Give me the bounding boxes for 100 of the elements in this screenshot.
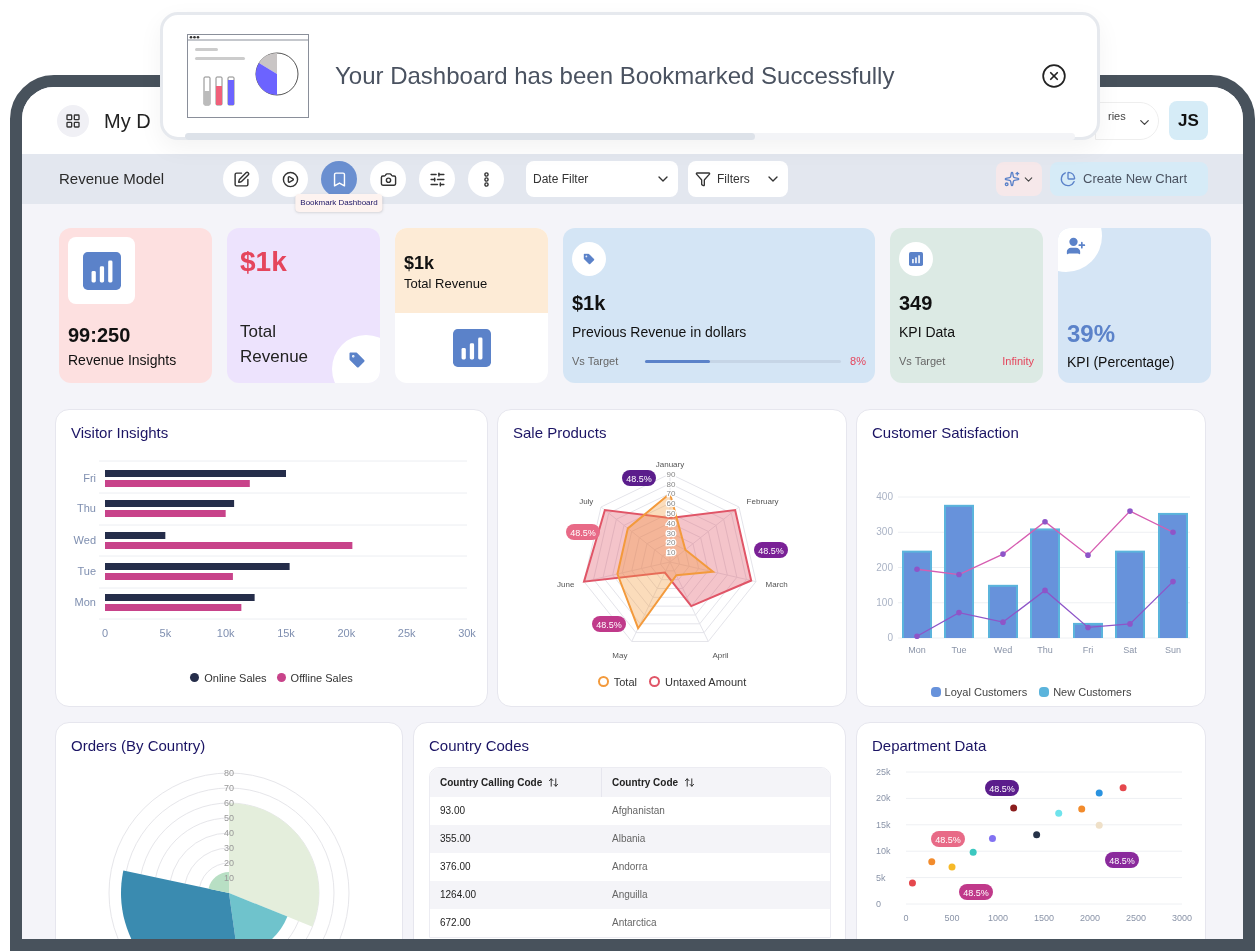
kpi-label: Total Revenue [404, 275, 489, 293]
percentage-badge: 48.5% [959, 883, 993, 900]
kpi-value: $1k [240, 245, 288, 279]
table-cell-text: Anguilla [611, 888, 649, 902]
axis-label: 20k [337, 626, 356, 639]
filters-dropdown[interactable]: Filters [688, 161, 788, 197]
table-cell-text: Afghanistan [611, 804, 666, 818]
axis-tick: 90 [666, 469, 676, 479]
axis-tick: 20 [224, 857, 234, 868]
axis-label: 5k [876, 872, 886, 883]
axis-label: 15k [277, 626, 295, 639]
column-header: Country Code [612, 775, 679, 790]
axis-label: 0 [887, 631, 893, 643]
axis-label: 0 [101, 626, 109, 639]
axis-tick: 60 [224, 797, 234, 808]
axis-label: Sun [1165, 644, 1181, 655]
kpi-label: Previous Revenue in dollars [572, 323, 748, 342]
percentage-badge: 48.5% [985, 779, 1019, 796]
axis-label: 500 [944, 912, 960, 923]
bookmark-button[interactable] [321, 161, 357, 197]
axis-label: April [712, 650, 729, 660]
ai-assistant-button[interactable] [996, 162, 1042, 196]
kpi-value: $1k [404, 252, 436, 274]
grid-icon [65, 112, 81, 129]
axis-label: 25k [876, 766, 891, 777]
card-title: Department Data [872, 736, 988, 756]
axis-label: Fri [1082, 644, 1094, 655]
apps-grid-button[interactable] [57, 104, 89, 137]
axis-label: 10k [216, 626, 235, 639]
axis-label: 2500 [1126, 912, 1146, 923]
tooltip: Bookmark Dashboard [295, 194, 383, 212]
sort-icon[interactable] [684, 776, 696, 788]
axis-label: Tue [77, 564, 96, 577]
legend-label: Offline Sales [290, 670, 353, 686]
kpi-label: KPI Data [899, 323, 957, 342]
axis-label: February [746, 496, 779, 506]
table-cell-text: 672.00 [439, 916, 472, 930]
axis-label: Sat [1123, 644, 1137, 655]
kpi-label: Total Revenue [240, 321, 310, 368]
axis-tick: 30 [666, 528, 676, 538]
axis-tick: 50 [224, 812, 234, 823]
user-avatar[interactable]: JS [1169, 101, 1208, 140]
edit-icon [232, 170, 250, 188]
axis-tick: 10 [666, 547, 676, 557]
sliders-icon [428, 170, 446, 188]
axis-label: June [557, 579, 575, 589]
create-chart-button[interactable]: Create New Chart [1050, 162, 1208, 196]
axis-label: 400 [876, 490, 893, 502]
dashboard-name: Revenue Model [59, 168, 166, 189]
axis-label: Mon [74, 595, 96, 608]
percentage-badge: 48.5% [754, 541, 788, 558]
play-icon [281, 170, 299, 188]
more-button[interactable] [468, 161, 504, 197]
axis-label: Thu [1037, 644, 1053, 655]
tag-icon [347, 350, 367, 370]
legend-label: Total [613, 674, 637, 690]
axis-tick: 40 [666, 518, 676, 528]
bar-chart-icon [82, 251, 121, 290]
card-title: Orders (By Country) [71, 736, 207, 756]
axis-label: 1000 [988, 912, 1008, 923]
axis-label: Fri [83, 471, 96, 484]
camera-button[interactable] [370, 161, 406, 197]
kpi-value: $1k [572, 291, 607, 316]
axis-tick: 50 [666, 508, 676, 518]
date-filter-dropdown[interactable]: Date Filter [526, 161, 678, 197]
legend-label: New Customers [1053, 684, 1132, 700]
card-title: Customer Satisfaction [872, 423, 1020, 443]
sliders-button[interactable] [419, 161, 455, 197]
play-button[interactable] [272, 161, 308, 197]
edit-button[interactable] [223, 161, 259, 197]
percentage-badge: 48.5% [592, 615, 626, 632]
card-title: Visitor Insights [71, 423, 170, 443]
table-cell-text: Albania [611, 832, 647, 846]
card-title: Sale Products [513, 423, 608, 443]
axis-label: 25k [397, 626, 416, 639]
axis-label: 15k [876, 819, 891, 830]
axis-label: 1500 [1034, 912, 1054, 923]
axis-tick: 80 [224, 767, 234, 778]
axis-tick: 10 [224, 872, 234, 883]
bar-chart-icon [909, 252, 923, 266]
dashboard-title: My D [104, 108, 151, 134]
kpi-label: Revenue Insights [68, 351, 178, 370]
close-button[interactable] [1041, 63, 1067, 89]
axis-label: Wed [73, 533, 96, 546]
axis-tick: 30 [224, 842, 234, 853]
axis-label: Thu [77, 501, 96, 514]
add-user-icon [1066, 236, 1086, 256]
target-label: Vs Target [572, 354, 620, 369]
axis-label: 30k [458, 626, 476, 639]
axis-label: 200 [876, 561, 893, 572]
axis-label: 20k [876, 792, 891, 803]
column-header: Country Calling Code [440, 775, 543, 790]
legend-label: Online Sales [204, 670, 267, 686]
axis-tick: 20 [666, 537, 676, 547]
axis-label: 5k [159, 626, 172, 639]
percentage-badge: 48.5% [931, 830, 965, 847]
more-icon [483, 171, 489, 187]
sort-icon[interactable] [548, 776, 560, 788]
kpi-label: KPI (Percentage) [1067, 353, 1176, 372]
sparkle-icon [1003, 171, 1020, 187]
